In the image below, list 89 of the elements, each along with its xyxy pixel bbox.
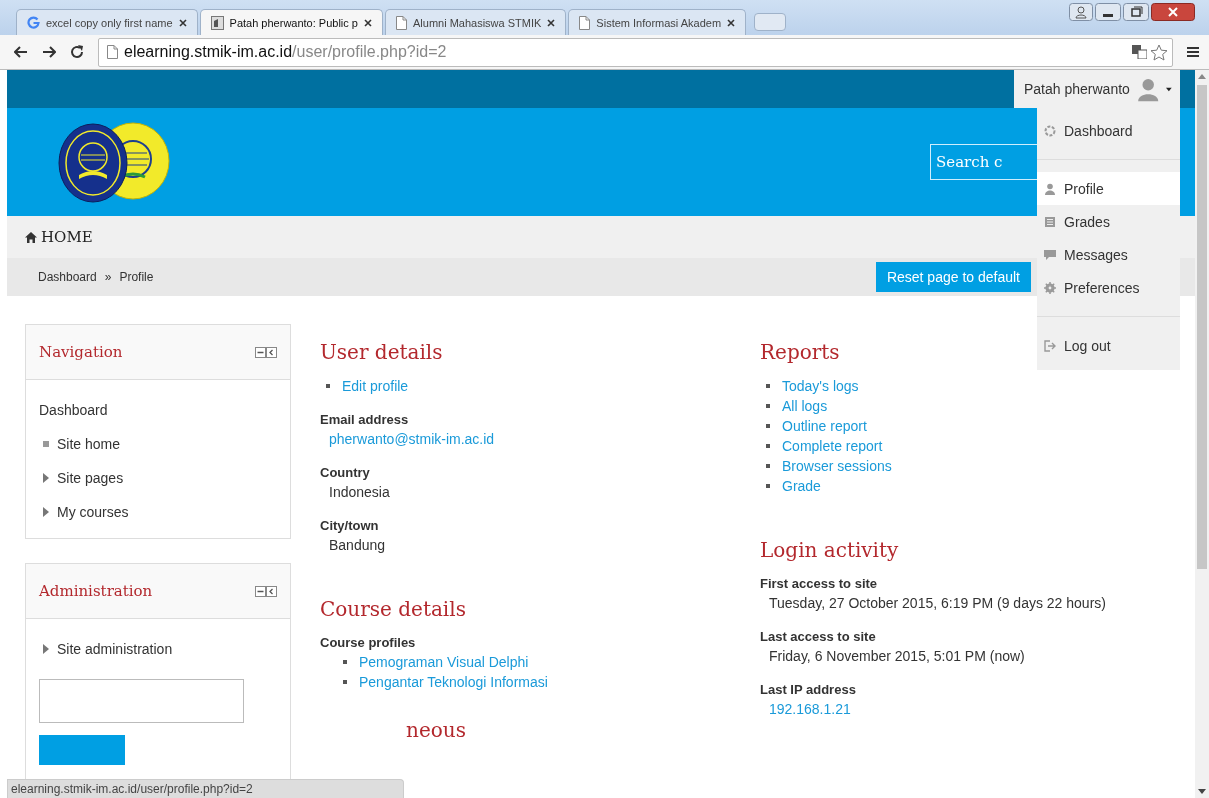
- scroll-up-icon[interactable]: [1198, 74, 1206, 79]
- bullet-icon: [766, 444, 770, 448]
- address-bar[interactable]: elearning.stmik-im.ac.id/user/profile.php?id=2: [98, 37, 1173, 67]
- google-g-icon: [27, 16, 40, 29]
- close-icon[interactable]: [364, 18, 372, 27]
- bullet-icon: [343, 680, 347, 684]
- field-value: Friday, 6 November 2015, 5:01 PM (now): [768, 648, 1025, 664]
- search-field[interactable]: Search c: [930, 144, 1040, 180]
- section-heading: neous: [405, 718, 466, 742]
- menu-item[interactable]: Grades: [1037, 205, 1180, 238]
- section-heading: Reports: [760, 340, 840, 364]
- bullet-icon: [326, 384, 330, 388]
- field-label: Last access to site: [760, 629, 877, 644]
- block-controls-icon[interactable]: [255, 346, 277, 358]
- close-window-icon[interactable]: [1151, 3, 1195, 21]
- bullet-icon: [766, 404, 770, 408]
- field-value: Tuesday, 27 October 2015, 6:19 PM (9 days 22 hours): [768, 595, 1106, 611]
- menu-item[interactable]: Log out: [1037, 329, 1180, 362]
- field-label: City/town: [320, 518, 380, 533]
- menu-item[interactable]: Dashboard: [1037, 114, 1180, 147]
- dashboard-icon: [1044, 124, 1056, 137]
- expand-arrow-icon: [43, 644, 49, 654]
- user-icon[interactable]: [1069, 3, 1093, 21]
- close-icon[interactable]: [547, 18, 556, 27]
- minimize-icon[interactable]: [1095, 3, 1121, 21]
- field-label: Email address: [320, 412, 410, 427]
- block-controls-icon[interactable]: [255, 585, 277, 597]
- field-label: Last IP address: [760, 682, 857, 697]
- nav-item[interactable]: Site pages: [39, 470, 277, 486]
- bullet-icon: [766, 464, 770, 468]
- home-link[interactable]: HOME: [25, 228, 93, 246]
- user-icon: [1044, 182, 1056, 195]
- breadcrumb-link[interactable]: Dashboard: [38, 270, 97, 284]
- user-menu-button[interactable]: Patah pherwanto: [1014, 70, 1180, 108]
- menu-item[interactable]: Messages: [1037, 238, 1180, 271]
- speech-bubble-icon: [1044, 248, 1056, 261]
- back-icon[interactable]: [14, 46, 28, 58]
- field-value: Bandung: [328, 537, 386, 553]
- nav-item[interactable]: Site home: [39, 436, 277, 452]
- field-label: Country: [320, 465, 371, 480]
- breadcrumb-separator: »: [104, 270, 112, 284]
- browser-tab[interactable]: Alumni Mahasiswa STMIK: [385, 9, 567, 35]
- expand-arrow-icon: [43, 507, 49, 517]
- bullet-icon: [343, 660, 347, 664]
- nav-item[interactable]: Site administration: [39, 641, 277, 657]
- menu-item[interactable]: Profile: [1037, 172, 1180, 205]
- star-icon[interactable]: [1150, 43, 1168, 61]
- translate-icon[interactable]: [1132, 45, 1147, 59]
- search-input[interactable]: [39, 679, 244, 723]
- logout-icon: [1044, 339, 1056, 352]
- bullet-icon: [766, 424, 770, 428]
- menu-item[interactable]: Preferences: [1037, 271, 1180, 304]
- browser-tab[interactable]: Patah pherwanto: Public p: [199, 9, 383, 35]
- scrollbar-thumb[interactable]: [1197, 85, 1207, 569]
- block-title: Navigation: [39, 343, 123, 361]
- settings-icon: [1044, 281, 1056, 294]
- browser-tab[interactable]: Sistem Informasi Akadem: [568, 9, 747, 35]
- reload-icon[interactable]: [70, 45, 84, 59]
- forward-icon[interactable]: [42, 46, 56, 58]
- section-heading: Login activity: [760, 538, 899, 562]
- expand-arrow-icon: [43, 473, 49, 483]
- restore-icon[interactable]: [1123, 3, 1149, 21]
- bullet-icon: [766, 384, 770, 388]
- caret-icon: [1166, 86, 1172, 92]
- bullet-icon: [766, 484, 770, 488]
- scroll-down-icon[interactable]: [1198, 789, 1206, 794]
- close-icon[interactable]: [178, 18, 187, 27]
- favicon-icon: [210, 15, 224, 30]
- nav-item[interactable]: Dashboard: [39, 402, 277, 418]
- menu-icon[interactable]: [1187, 46, 1199, 58]
- page-icon: [107, 45, 118, 59]
- nav-item[interactable]: My courses: [39, 504, 277, 520]
- page-icon: [579, 15, 591, 30]
- square-bullet-icon: [43, 441, 49, 447]
- field-value: Indonesia: [328, 484, 390, 500]
- browser-tab[interactable]: excel copy only first name: [16, 9, 198, 35]
- scrollbar[interactable]: [1195, 70, 1209, 798]
- block-title: Administration: [39, 582, 153, 600]
- page-icon: [396, 15, 407, 30]
- section-heading: User details: [320, 340, 443, 364]
- field-label: First access to site: [760, 576, 879, 591]
- status-url: elearning.stmik-im.ac.id/user/profile.php?id=2: [7, 779, 404, 798]
- breadcrumb-link[interactable]: Profile: [119, 270, 154, 284]
- url-text: elearning.stmik-im.ac.id/user/profile.php?id=2: [124, 43, 447, 61]
- section-heading: Course details: [320, 597, 466, 621]
- close-icon[interactable]: [727, 18, 736, 27]
- home-icon: [25, 231, 37, 243]
- field-label: Course profiles: [320, 635, 417, 650]
- table-icon: [1044, 215, 1056, 228]
